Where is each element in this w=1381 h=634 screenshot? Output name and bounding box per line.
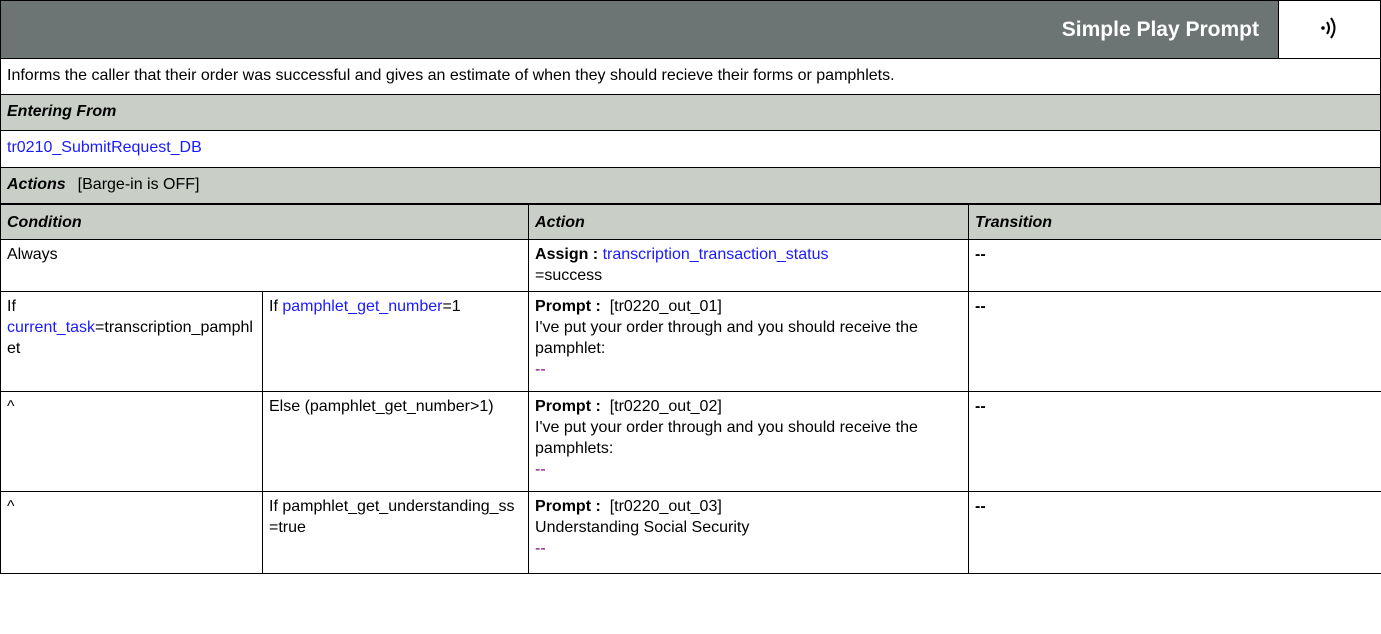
page-title: Simple Play Prompt — [1061, 18, 1259, 41]
transition-cell: -- — [968, 239, 1381, 292]
prompt-id: [tr0220_out_02] — [609, 398, 722, 415]
table-header-row: Condition Action Transition — [0, 204, 1381, 240]
prompt-text: I've put your order through and you shou… — [535, 319, 918, 357]
sub-condition-cell: If pamphlet_get_number=1 — [261, 291, 530, 392]
prompt-id: [tr0220_out_01] — [609, 298, 722, 315]
condition-cell: ^ — [0, 391, 263, 492]
entering-from-label: Entering From — [7, 103, 117, 120]
column-header-condition: Condition — [0, 204, 530, 240]
sub-condition-cell: Else (pamphlet_get_number>1) — [261, 391, 530, 492]
action-cell: Assign : transcription_transaction_statu… — [528, 239, 970, 292]
table-row: ^ If pamphlet_get_understanding_ss=true … — [0, 491, 1381, 574]
action-type: Assign : — [535, 246, 599, 263]
sub-condition-cell: If pamphlet_get_understanding_ss=true — [261, 491, 530, 574]
prompt-dash: -- — [535, 461, 546, 478]
entering-from-header: Entering From — [0, 95, 1381, 131]
condition-cell: ^ — [0, 491, 263, 574]
barge-in-status: [Barge-in is OFF] — [77, 176, 200, 193]
table-row: Always Assign : transcription_transactio… — [0, 239, 1381, 292]
table-row: If current_task=transcription_pamphlet I… — [0, 291, 1381, 392]
page: Simple Play Prompt Informs the caller th… — [0, 0, 1381, 574]
table-row: ^ Else (pamphlet_get_number>1) Prompt : … — [0, 391, 1381, 492]
condition-prefix: If — [7, 298, 16, 315]
action-type: Prompt : — [535, 398, 601, 415]
icon-box — [1278, 1, 1380, 58]
transition-cell: -- — [968, 491, 1381, 574]
variable-link[interactable]: pamphlet_get_number — [282, 298, 442, 315]
page-header: Simple Play Prompt — [0, 0, 1381, 59]
speaker-sound-icon — [1321, 17, 1336, 39]
variable-link[interactable]: current_task — [7, 319, 95, 336]
variable-link[interactable]: transcription_transaction_status — [603, 246, 829, 263]
condition-value: =1 — [442, 298, 461, 315]
prompt-dash: -- — [535, 361, 546, 378]
action-cell: Prompt : [tr0220_out_01] I've put your o… — [528, 291, 970, 392]
condition-cell: Always — [0, 239, 530, 292]
actions-header: Actions [Barge-in is OFF] — [0, 168, 1381, 204]
transition-cell: -- — [968, 291, 1381, 392]
prompt-text: Understanding Social Security — [535, 519, 750, 536]
condition-cell: If current_task=transcription_pamphlet — [0, 291, 263, 392]
column-header-transition: Transition — [968, 204, 1381, 240]
prompt-dash: -- — [535, 540, 546, 557]
transition-cell: -- — [968, 391, 1381, 492]
prompt-id: [tr0220_out_03] — [609, 498, 722, 515]
actions-label: Actions — [7, 176, 66, 193]
action-cell: Prompt : [tr0220_out_02] I've put your o… — [528, 391, 970, 492]
action-cell: Prompt : [tr0220_out_03] Understanding S… — [528, 491, 970, 574]
entering-from-link[interactable]: tr0210_SubmitRequest_DB — [7, 139, 202, 156]
actions-table: Condition Action Transition Always Assig… — [0, 204, 1381, 574]
prompt-text: I've put your order through and you shou… — [535, 419, 918, 457]
action-type: Prompt : — [535, 498, 601, 515]
column-header-action: Action — [528, 204, 970, 240]
action-value: =success — [535, 267, 603, 284]
action-type: Prompt : — [535, 298, 601, 315]
condition-prefix: If — [269, 298, 278, 315]
description: Informs the caller that their order was … — [0, 59, 1381, 95]
entering-from-row: tr0210_SubmitRequest_DB — [0, 131, 1381, 168]
